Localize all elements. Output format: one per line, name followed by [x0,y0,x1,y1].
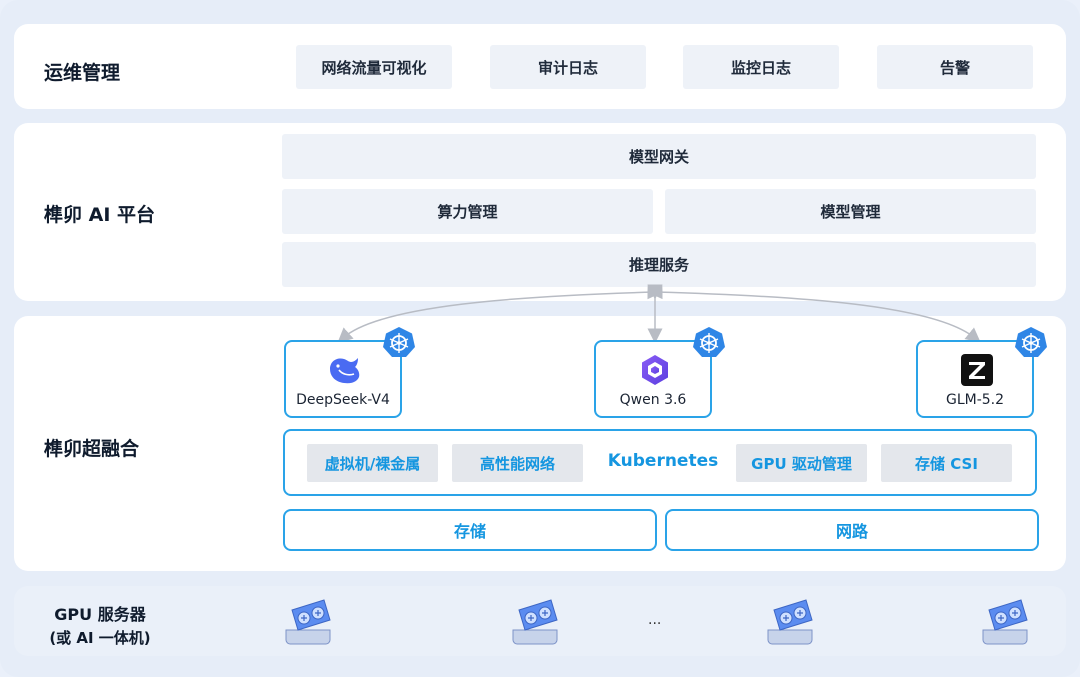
model-name-glm: GLM-5.2 [945,392,1005,408]
server-ellipsis: ... [648,612,662,628]
storage-box: 存储 [283,509,657,551]
qwen-logo-icon [642,355,668,385]
gpu-server-icon [767,599,813,645]
k8s-item-gpu-driver: GPU 驱动管理 [736,444,867,482]
kubernetes-icon [1015,327,1047,357]
kubernetes-icon [693,327,725,357]
model-name-qwen: Qwen 3.6 [619,392,687,408]
k8s-item-hpc-network: 高性能网络 [452,444,583,482]
gpu-title-line2: (或 AI 一体机) [49,629,151,647]
kubernetes-bar: 虚拟机/裸金属 高性能网络 Kubernetes GPU 驱动管理 存储 CSI [283,429,1037,496]
gpu-layer-title: GPU 服务器 (或 AI 一体机) [30,601,170,648]
zhipu-z-icon [961,354,993,386]
gpu-title-line1: GPU 服务器 [54,605,146,624]
k8s-item-vm-baremetal: 虚拟机/裸金属 [307,444,438,482]
gpu-server-icon [285,599,331,645]
architecture-diagram: 运维管理 网络流量可视化 审计日志 监控日志 告警 榫卯 AI 平台 模型网关 … [0,0,1080,677]
deepseek-whale-icon [330,358,360,384]
network-box: 网路 [665,509,1039,551]
model-name-deepseek: DeepSeek-V4 [296,392,390,408]
kubernetes-icon [383,327,415,357]
kubernetes-label: Kubernetes [607,451,719,471]
gpu-server-icon [512,599,558,645]
gpu-server-icon [982,599,1028,645]
connector-arrows [337,284,981,344]
k8s-item-storage-csi: 存储 CSI [881,444,1012,482]
